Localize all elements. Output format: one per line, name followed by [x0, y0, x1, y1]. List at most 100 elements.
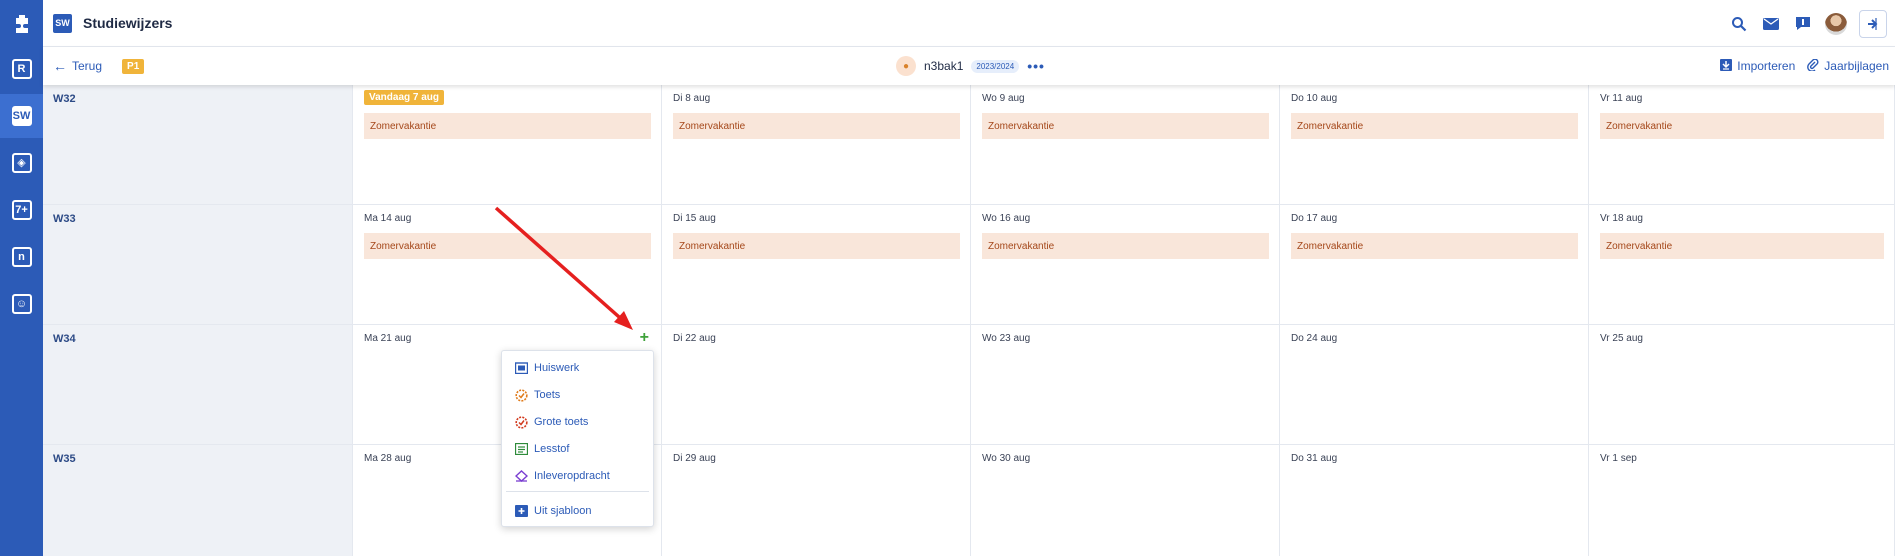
grades-icon: 7+: [11, 200, 32, 220]
day-cell[interactable]: Do 31 aug: [1280, 445, 1589, 556]
rail-item-grades[interactable]: 7+: [0, 188, 43, 232]
day-date: Ma 28 aug: [364, 453, 412, 464]
class-group-icon: ●: [896, 56, 916, 76]
more-options-icon[interactable]: •••: [1027, 58, 1045, 74]
day-cell[interactable]: Wo 16 aug Zomervakantie: [971, 205, 1280, 324]
vacation-event[interactable]: Zomervakantie: [982, 233, 1269, 259]
sub-header: ← Terug P1 ● n3bak1 2023/2024 ••• Import…: [43, 47, 1895, 85]
vacation-event[interactable]: Zomervakantie: [1600, 113, 1884, 139]
day-date: Di 22 aug: [673, 333, 716, 344]
week-label: W35: [43, 445, 353, 556]
vacation-event[interactable]: Zomervakantie: [1291, 233, 1578, 259]
search-icon[interactable]: [1723, 8, 1755, 40]
vacation-event[interactable]: Zomervakantie: [982, 113, 1269, 139]
vacation-event[interactable]: Zomervakantie: [364, 233, 651, 259]
avatar[interactable]: [1825, 12, 1847, 35]
studiewijzer-icon: SW: [11, 106, 32, 126]
day-cell[interactable]: Wo 30 aug: [971, 445, 1280, 556]
day-cell[interactable]: Wo 9 aug Zomervakantie: [971, 85, 1280, 204]
import-label: Importeren: [1737, 59, 1796, 73]
day-date: Ma 21 aug: [364, 333, 412, 344]
week-label: W33: [43, 205, 353, 324]
menu-item-lesson-material[interactable]: Lesstof: [502, 438, 655, 460]
day-date: Wo 30 aug: [982, 453, 1031, 464]
lesson-material-icon: [514, 442, 528, 456]
puzzle-icon[interactable]: [0, 0, 43, 47]
week-number: W33: [53, 213, 76, 225]
day-cell[interactable]: Wo 23 aug: [971, 325, 1280, 444]
vacation-event[interactable]: Zomervakantie: [673, 233, 960, 259]
day-cell[interactable]: Do 24 aug: [1280, 325, 1589, 444]
eraser-icon: ◈: [11, 153, 32, 173]
rail-item-studiewijzer[interactable]: SW: [0, 94, 43, 138]
day-date: Do 10 aug: [1291, 93, 1338, 104]
import-button[interactable]: Importeren: [1720, 58, 1796, 74]
menu-item-label: Uit sjabloon: [534, 505, 592, 517]
template-icon: [514, 504, 528, 518]
week-number: W35: [53, 453, 76, 465]
mail-icon[interactable]: [1755, 8, 1787, 40]
day-date: Ma 14 aug: [364, 213, 412, 224]
day-cell[interactable]: Do 17 aug Zomervakantie: [1280, 205, 1589, 324]
day-cell[interactable]: Vr 25 aug: [1589, 325, 1895, 444]
rail-item-n[interactable]: n: [0, 235, 43, 279]
day-date: Wo 16 aug: [982, 213, 1031, 224]
day-cell[interactable]: Vr 18 aug Zomervakantie: [1589, 205, 1895, 324]
day-date: Di 15 aug: [673, 213, 716, 224]
logout-icon[interactable]: [1859, 9, 1887, 38]
day-cell[interactable]: Vr 11 aug Zomervakantie: [1589, 85, 1895, 204]
vacation-event[interactable]: Zomervakantie: [1291, 113, 1578, 139]
day-date: Di 8 aug: [673, 93, 711, 104]
top-header: SW Studiewijzers: [43, 0, 1895, 47]
day-cell[interactable]: Di 22 aug: [662, 325, 971, 444]
vacation-event[interactable]: Zomervakantie: [673, 113, 960, 139]
week-number: W32: [53, 93, 76, 105]
menu-item-template[interactable]: Uit sjabloon: [502, 500, 655, 522]
menu-item-homework[interactable]: Huiswerk: [502, 357, 655, 379]
day-date: Di 29 aug: [673, 453, 716, 464]
chat-icon[interactable]: [1787, 8, 1819, 40]
vacation-event[interactable]: Zomervakantie: [364, 113, 651, 139]
rail-item-eraser[interactable]: ◈: [0, 141, 43, 185]
big-test-icon: [514, 415, 528, 429]
rail-item-r-calendar[interactable]: R: [0, 47, 43, 91]
week-label: W32: [43, 85, 353, 204]
menu-item-test[interactable]: Toets: [502, 384, 655, 406]
week-row: W34 Ma 21 aug + Di 22 aug Wo 23 aug Do 24 aug…: [43, 325, 1895, 445]
today-date-badge: Vandaag 7 aug: [364, 90, 445, 105]
day-cell[interactable]: Vandaag 7 aug Zomervakantie: [353, 85, 662, 204]
day-cell[interactable]: Do 10 aug Zomervakantie: [1280, 85, 1589, 204]
r-calendar-icon: R: [11, 59, 32, 79]
attachments-label: Jaarbijlagen: [1824, 59, 1889, 73]
day-date: Vr 1 sep: [1600, 453, 1637, 464]
menu-item-big-test[interactable]: Grote toets: [502, 411, 655, 433]
rail-item-students[interactable]: ☺: [0, 282, 43, 326]
day-date: Wo 9 aug: [982, 93, 1025, 104]
app-badge: SW: [53, 13, 72, 33]
period-badge[interactable]: P1: [122, 58, 145, 74]
assignment-icon: [514, 469, 528, 483]
menu-item-label: Inleveropdracht: [534, 470, 610, 482]
paperclip-icon: [1807, 57, 1819, 74]
day-cell[interactable]: Di 8 aug Zomervakantie: [662, 85, 971, 204]
day-date: Do 31 aug: [1291, 453, 1338, 464]
day-date: Do 24 aug: [1291, 333, 1338, 344]
day-cell[interactable]: Di 29 aug: [662, 445, 971, 556]
page-title: Studiewijzers: [83, 15, 173, 31]
week-number: W34: [53, 333, 76, 345]
day-cell[interactable]: Ma 14 aug Zomervakantie: [353, 205, 662, 324]
menu-item-assignment[interactable]: Inleveropdracht: [502, 465, 655, 487]
vacation-event[interactable]: Zomervakantie: [1600, 233, 1884, 259]
day-cell[interactable]: Di 15 aug Zomervakantie: [662, 205, 971, 324]
attachments-button[interactable]: Jaarbijlagen: [1807, 57, 1889, 74]
left-rail: R SW ◈ 7+ n ☺: [0, 0, 43, 556]
week-label: W34: [43, 325, 353, 444]
week-grid: W32 Vandaag 7 aug Zomervakantie Di 8 aug Zom…: [43, 85, 1895, 556]
arrow-left-icon: ←: [53, 58, 67, 74]
day-cell[interactable]: Vr 1 sep: [1589, 445, 1895, 556]
add-item-button[interactable]: +: [640, 330, 649, 346]
back-button[interactable]: ← Terug: [53, 58, 102, 74]
n-icon: n: [11, 247, 32, 267]
class-info: ● n3bak1 2023/2024 •••: [896, 47, 1045, 85]
class-name: n3bak1: [924, 59, 964, 73]
